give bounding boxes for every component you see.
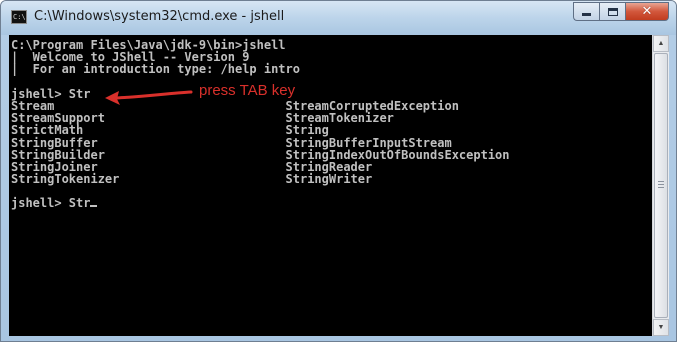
title-bar[interactable]: C:\ C:\Windows\system32\cmd.exe - jshell… [1,1,676,35]
minimize-icon [582,13,591,16]
text-cursor [90,205,98,208]
scroll-up-button[interactable]: ▲ [653,35,669,52]
maximize-icon [607,7,618,16]
console-line: StringBuffer StringBufferInputStream [11,135,452,150]
minimize-button[interactable] [573,2,599,21]
scrollbar-thumb[interactable] [654,53,668,318]
grip-line [658,187,664,188]
window-title: C:\Windows\system32\cmd.exe - jshell [34,9,285,24]
arrow-down-icon: ▼ [657,324,665,331]
grip-line [658,184,664,185]
console-output[interactable]: C:\Program Files\Java\jdk-9\bin>jshell | … [9,35,652,336]
console-window: C:\ C:\Windows\system32\cmd.exe - jshell… [0,0,677,342]
maximize-button[interactable] [599,2,625,21]
close-icon: ✕ [641,4,653,19]
current-input: jshell> Str [11,196,91,211]
close-button[interactable]: ✕ [625,2,669,21]
vertical-scrollbar[interactable]: ▲ ▼ [652,35,669,336]
console-line: StringTokenizer StringWriter [11,172,373,187]
console-line-current-prompt[interactable]: jshell> Str [11,196,652,211]
arrow-up-icon: ▲ [657,40,665,47]
console-line: StrictMath String [11,123,329,138]
grip-line [658,181,664,182]
annotation-label: press TAB key [199,82,296,99]
scroll-down-button[interactable]: ▼ [653,319,669,336]
cmd-icon[interactable]: C:\ [11,10,27,24]
caption-buttons: ✕ [573,2,669,22]
console-line: | For an introduction type: /help intro [11,62,300,77]
